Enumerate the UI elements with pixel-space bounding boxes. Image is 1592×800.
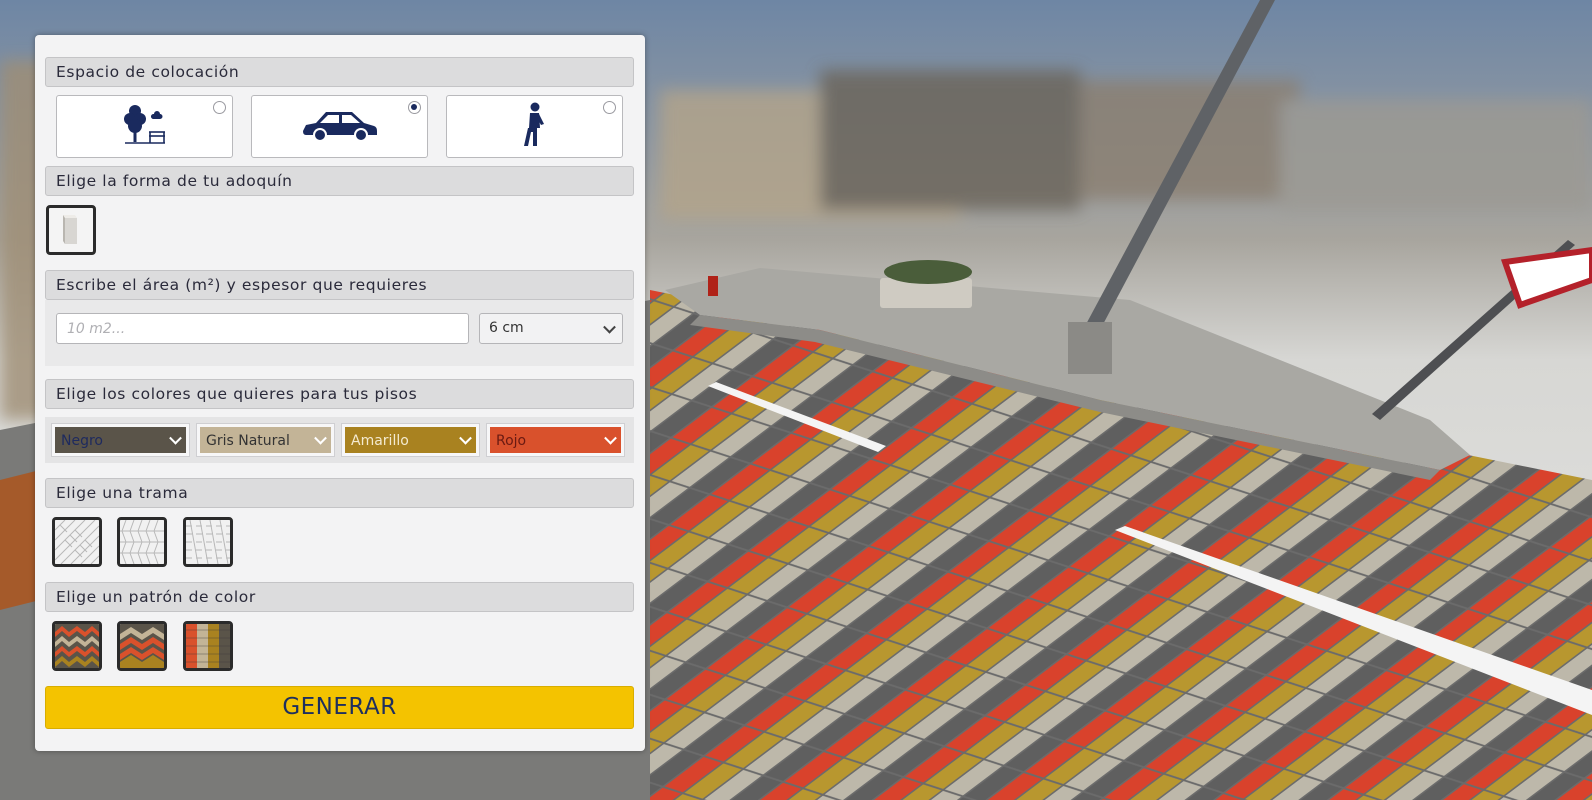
placement-option-park[interactable] <box>56 95 233 158</box>
area-input-group: 6 cm <box>45 300 634 366</box>
color-select-group: Negro Gris Natural Amarillo Rojo <box>45 417 634 463</box>
thickness-select-value: 6 cm <box>489 320 524 336</box>
area-section-header: Escribe el área (m²) y espesor que requi… <box>45 270 634 300</box>
zigzag-color-pattern-icon <box>55 624 99 668</box>
thickness-select[interactable]: 6 cm <box>479 313 623 344</box>
shape-section-header: Elige la forma de tu adoquín <box>45 166 634 196</box>
color-select-1-label: Negro <box>61 433 103 449</box>
color-select-1[interactable]: Negro <box>51 423 190 457</box>
placement-radio-park[interactable] <box>213 101 226 114</box>
color-select-3[interactable]: Amarillo <box>341 423 480 457</box>
chevron-color-pattern-icon <box>120 624 164 668</box>
trama-section-header: Elige una trama <box>45 478 634 508</box>
placement-option-pedestrian[interactable] <box>446 95 623 158</box>
park-icon <box>121 102 169 152</box>
placement-radio-vehicle[interactable] <box>408 101 421 114</box>
placement-radio-pedestrian[interactable] <box>603 101 616 114</box>
car-icon <box>302 107 378 147</box>
color-select-4[interactable]: Rojo <box>486 423 625 457</box>
color-select-2-value: Gris Natural <box>200 427 331 453</box>
color-select-2[interactable]: Gris Natural <box>196 423 335 457</box>
paver-shape-rectangle[interactable] <box>46 205 96 255</box>
color-select-3-label: Amarillo <box>351 433 409 449</box>
color-select-2-label: Gris Natural <box>206 433 290 449</box>
color-select-1-value: Negro <box>55 427 186 453</box>
configurator-panel: Espacio de colocación Elige la forma de … <box>35 35 645 751</box>
placement-section-header: Espacio de colocación <box>45 57 634 87</box>
stripes-color-pattern-icon <box>186 624 230 668</box>
color-select-3-value: Amarillo <box>345 427 476 453</box>
chevron-down-icon <box>314 431 327 445</box>
chevron-down-icon <box>459 431 472 445</box>
chevron-down-icon <box>169 431 182 445</box>
rectangle-paver-icon <box>63 215 77 244</box>
pedestrian-icon <box>523 102 547 152</box>
trama-option-3[interactable] <box>183 517 233 567</box>
basketweave-pattern-icon <box>120 520 164 564</box>
diagonal-herringbone-pattern-icon <box>186 520 230 564</box>
trama-option-2[interactable] <box>117 517 167 567</box>
trama-option-1[interactable] <box>52 517 102 567</box>
color-select-4-value: Rojo <box>490 427 621 453</box>
generate-button[interactable]: GENERAR <box>45 686 634 729</box>
area-input[interactable] <box>56 313 469 344</box>
color-pattern-option-3[interactable] <box>183 621 233 671</box>
color-pattern-option-1[interactable] <box>52 621 102 671</box>
pattern-section-header: Elige un patrón de color <box>45 582 634 612</box>
placement-option-vehicle[interactable] <box>251 95 428 158</box>
chevron-down-icon <box>604 431 617 445</box>
herringbone-pattern-icon <box>55 520 99 564</box>
colors-section-header: Elige los colores que quieres para tus p… <box>45 379 634 409</box>
chevron-down-icon <box>603 320 616 334</box>
color-pattern-option-2[interactable] <box>117 621 167 671</box>
color-select-4-label: Rojo <box>496 433 527 449</box>
